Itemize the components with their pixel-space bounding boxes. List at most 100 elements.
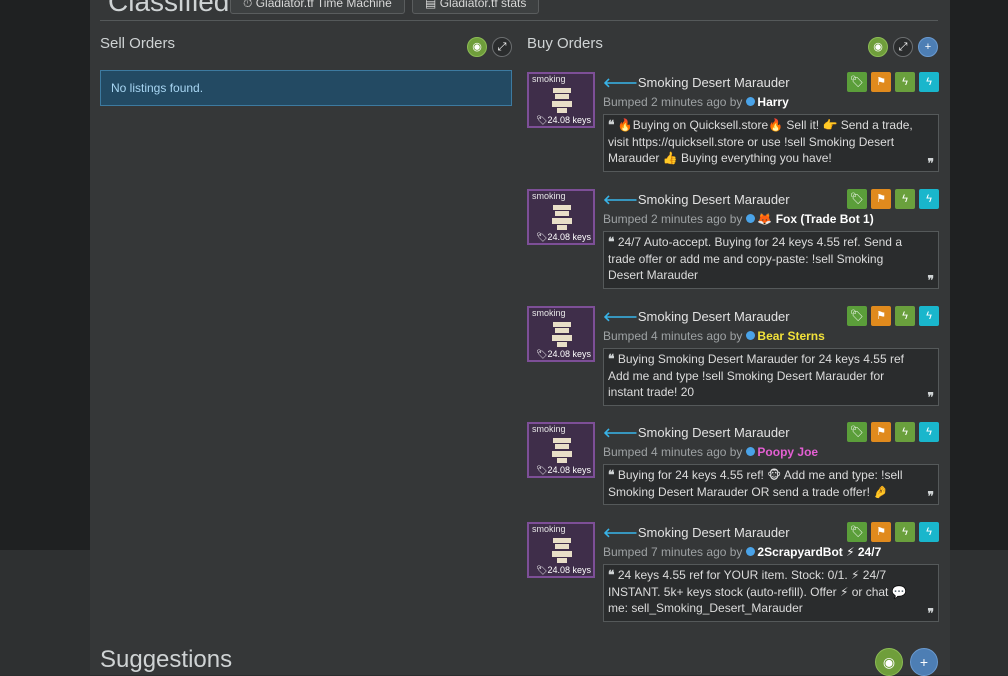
time-machine-button[interactable]: ⏱ Gladiator.tf Time Machine [230,0,405,14]
user-link[interactable]: Harry [757,95,788,109]
item-name-link[interactable]: 🡐Smoking Desert Marauder [603,309,790,325]
sell-hide-button[interactable]: ◉ [467,37,487,57]
listing-actions: 🏷 ⚑ ϟ ϟ [847,306,939,326]
instant-button[interactable]: ϟ [919,189,939,209]
item-thumbnail[interactable]: smoking 🏷24.08 keys [527,422,595,478]
flag-button[interactable]: ⚑ [871,422,891,442]
arrow-left-icon: 🡐 [603,75,638,90]
plus-icon: + [919,654,929,670]
online-dot [746,447,756,456]
arrow-left-icon: 🡐 [603,309,638,324]
item-name-link[interactable]: 🡐Smoking Desert Marauder [603,75,790,91]
bumped-info: Bumped 4 minutes ago by Bear Sterns [603,329,825,343]
online-dot [746,547,756,556]
tag-icon: 🏷 [536,565,548,575]
listing-message: ❝ 24/7 Auto-accept. Buying for 24 keys 4… [603,231,939,289]
instant-button[interactable]: ϟ [919,522,939,542]
item-quality: smoking [532,308,566,318]
flag-button[interactable]: ⚑ [871,189,891,209]
tag-button[interactable]: 🏷 [847,522,867,542]
buy-hide-button[interactable]: ◉ [868,37,888,57]
item-thumbnail[interactable]: smoking 🏷24.08 keys [527,306,595,362]
suggestions-hide-button[interactable]: ◉ [875,648,903,676]
instant-button[interactable]: ϟ [919,422,939,442]
tag-icon: 🏷 [536,115,548,125]
item-quality: smoking [532,524,566,534]
quote-close-icon: ❞ [927,272,934,287]
sell-expand-button[interactable]: ⤢ [492,37,512,57]
listing-actions: 🏷 ⚑ ϟ ϟ [847,189,939,209]
user-link[interactable]: Poopy Joe [757,445,818,459]
suggestions-add-button[interactable]: + [910,648,938,676]
bumped-info: Bumped 7 minutes ago by 2ScrapyardBot ⚡ 2… [603,545,882,559]
buy-add-button[interactable]: + [918,37,938,57]
quote-open-icon: ❝ [608,235,615,249]
stats-label: Gladiator.tf stats [439,0,527,10]
bolt-button[interactable]: ϟ [895,522,915,542]
eye-slash-icon: ◉ [873,41,883,53]
flag-button[interactable]: ⚑ [871,72,891,92]
scarf-icon [552,205,572,230]
item-quality: smoking [532,191,566,201]
quote-open-icon: ❝ [608,568,615,582]
buy-orders-title: Buy Orders [527,35,603,52]
tag-button[interactable]: 🏷 [847,189,867,209]
quote-open-icon: ❝ [608,352,615,366]
item-price: 🏷24.08 keys [536,565,591,575]
flag-button[interactable]: ⚑ [871,522,891,542]
user-link[interactable]: Bear Sterns [757,329,824,343]
listing-message: ❝ 24 keys 4.55 ref for YOUR item. Stock:… [603,564,939,622]
clock-icon: ⏱ [243,0,253,10]
time-machine-label: Gladiator.tf Time Machine [255,0,392,10]
buy-expand-button[interactable]: ⤢ [893,37,913,57]
item-quality: smoking [532,74,566,84]
quote-open-icon: ❝ [608,118,615,132]
user-link[interactable]: 2ScrapyardBot ⚡ 24/7 [757,545,881,559]
stats-button[interactable]: ▤ Gladiator.tf stats [412,0,540,14]
item-name-link[interactable]: 🡐Smoking Desert Marauder [603,525,790,541]
item-name-link[interactable]: 🡐Smoking Desert Marauder [603,425,790,441]
eye-slash-icon: ◉ [882,654,896,670]
tag-button[interactable]: 🏷 [847,72,867,92]
item-thumbnail[interactable]: smoking 🏷24.08 keys [527,522,595,578]
quote-close-icon: ❞ [927,389,934,404]
no-listings-alert: No listings found. [100,70,512,106]
listing-actions: 🏷 ⚑ ϟ ϟ [847,422,939,442]
chart-icon: ▤ [425,0,437,10]
tag-button[interactable]: 🏷 [847,422,867,442]
tag-icon: 🏷 [536,349,548,359]
user-link[interactable]: 🦊 Fox (Trade Bot 1) [757,212,873,226]
scarf-icon [552,88,572,113]
item-name-link[interactable]: 🡐Smoking Desert Marauder [603,192,790,208]
sell-orders-title: Sell Orders [100,35,176,52]
tag-button[interactable]: 🏷 [847,306,867,326]
quote-close-icon: ❞ [927,155,934,170]
flag-button[interactable]: ⚑ [871,306,891,326]
instant-button[interactable]: ϟ [919,306,939,326]
quote-open-icon: ❝ [608,468,615,482]
arrow-left-icon: 🡐 [603,525,638,540]
scarf-icon [552,438,572,463]
bolt-button[interactable]: ϟ [895,422,915,442]
scarf-icon [552,538,572,563]
bolt-button[interactable]: ϟ [895,306,915,326]
instant-button[interactable]: ϟ [919,72,939,92]
online-dot [746,97,756,106]
item-thumbnail[interactable]: smoking 🏷24.08 keys [527,189,595,245]
item-price: 🏷24.08 keys [536,465,591,475]
item-price: 🏷24.08 keys [536,349,591,359]
bolt-button[interactable]: ϟ [895,72,915,92]
suggestions-title: Suggestions [100,646,233,673]
bolt-button[interactable]: ϟ [895,189,915,209]
header-divider [100,20,938,21]
scarf-icon [552,322,572,347]
tag-icon: 🏷 [536,232,548,242]
bumped-info: Bumped 4 minutes ago by Poopy Joe [603,445,819,459]
listing-actions: 🏷 ⚑ ϟ ϟ [847,72,939,92]
page-title: Classifieds [108,0,244,17]
online-dot [746,214,756,223]
listing-message: ❝ Buying for 24 keys 4.55 ref! 🐵 Add me … [603,464,939,505]
item-thumbnail[interactable]: smoking 🏷24.08 keys [527,72,595,128]
arrow-left-icon: 🡐 [603,192,638,207]
quote-close-icon: ❞ [927,605,934,620]
